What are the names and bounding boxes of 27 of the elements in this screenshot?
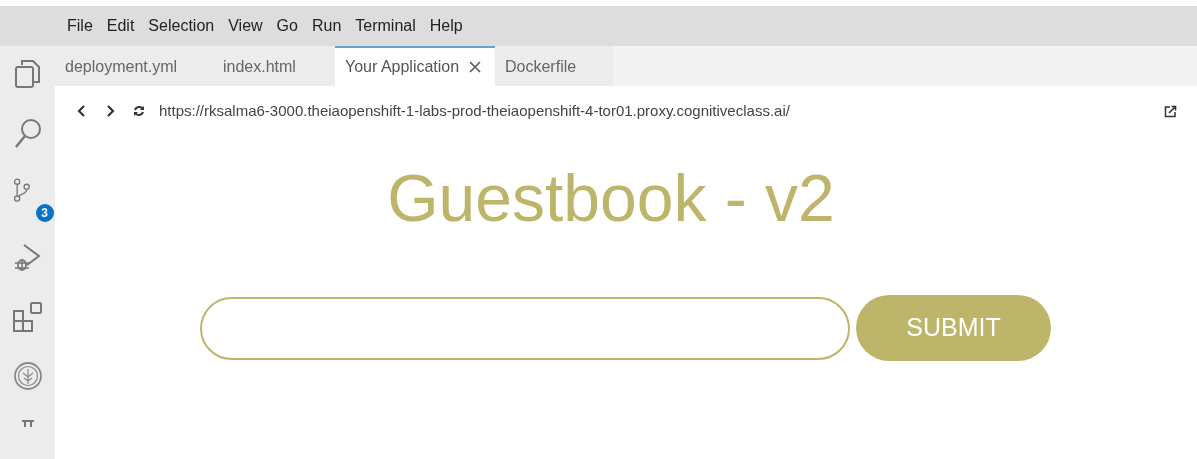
editor-tab[interactable]: deployment.yml [55,46,213,86]
menu-item[interactable]: Go [269,14,305,38]
editor-tab[interactable]: index.html [213,46,335,86]
files-icon[interactable] [12,58,43,90]
menu-item[interactable]: Help [422,14,470,38]
forward-icon[interactable] [105,105,115,117]
page-heading: Guestbook - v2 [387,160,835,237]
menu-item[interactable]: View [221,14,270,38]
back-icon[interactable] [77,105,87,117]
count-badge: 3 [33,202,55,224]
menu-item[interactable]: Terminal [348,14,423,38]
menu-item[interactable]: Edit [99,14,142,38]
open-external-icon[interactable] [1164,104,1177,118]
editor-tab[interactable]: Dockerfile [495,46,613,86]
toolbar-icon[interactable] [19,419,36,427]
extensions-icon[interactable] [11,301,44,333]
tree-circle-icon[interactable] [12,361,43,391]
editor-tab[interactable]: Your Application [335,46,495,86]
menu-item[interactable]: Run [304,14,349,38]
bug-play-icon[interactable] [12,241,43,273]
url-text[interactable]: https://rksalma6-3000.theiaopenshift-1-labs-prod-theiaopenshift-4-tor01.proxy.cognitiveclass.ai/ [159,99,1146,123]
search-icon[interactable] [12,118,43,150]
menu-item[interactable]: File [60,14,100,38]
menu-item[interactable]: Selection [141,14,222,38]
close-icon[interactable] [469,61,482,73]
message-input[interactable] [200,296,850,360]
refresh-icon[interactable] [133,105,145,117]
